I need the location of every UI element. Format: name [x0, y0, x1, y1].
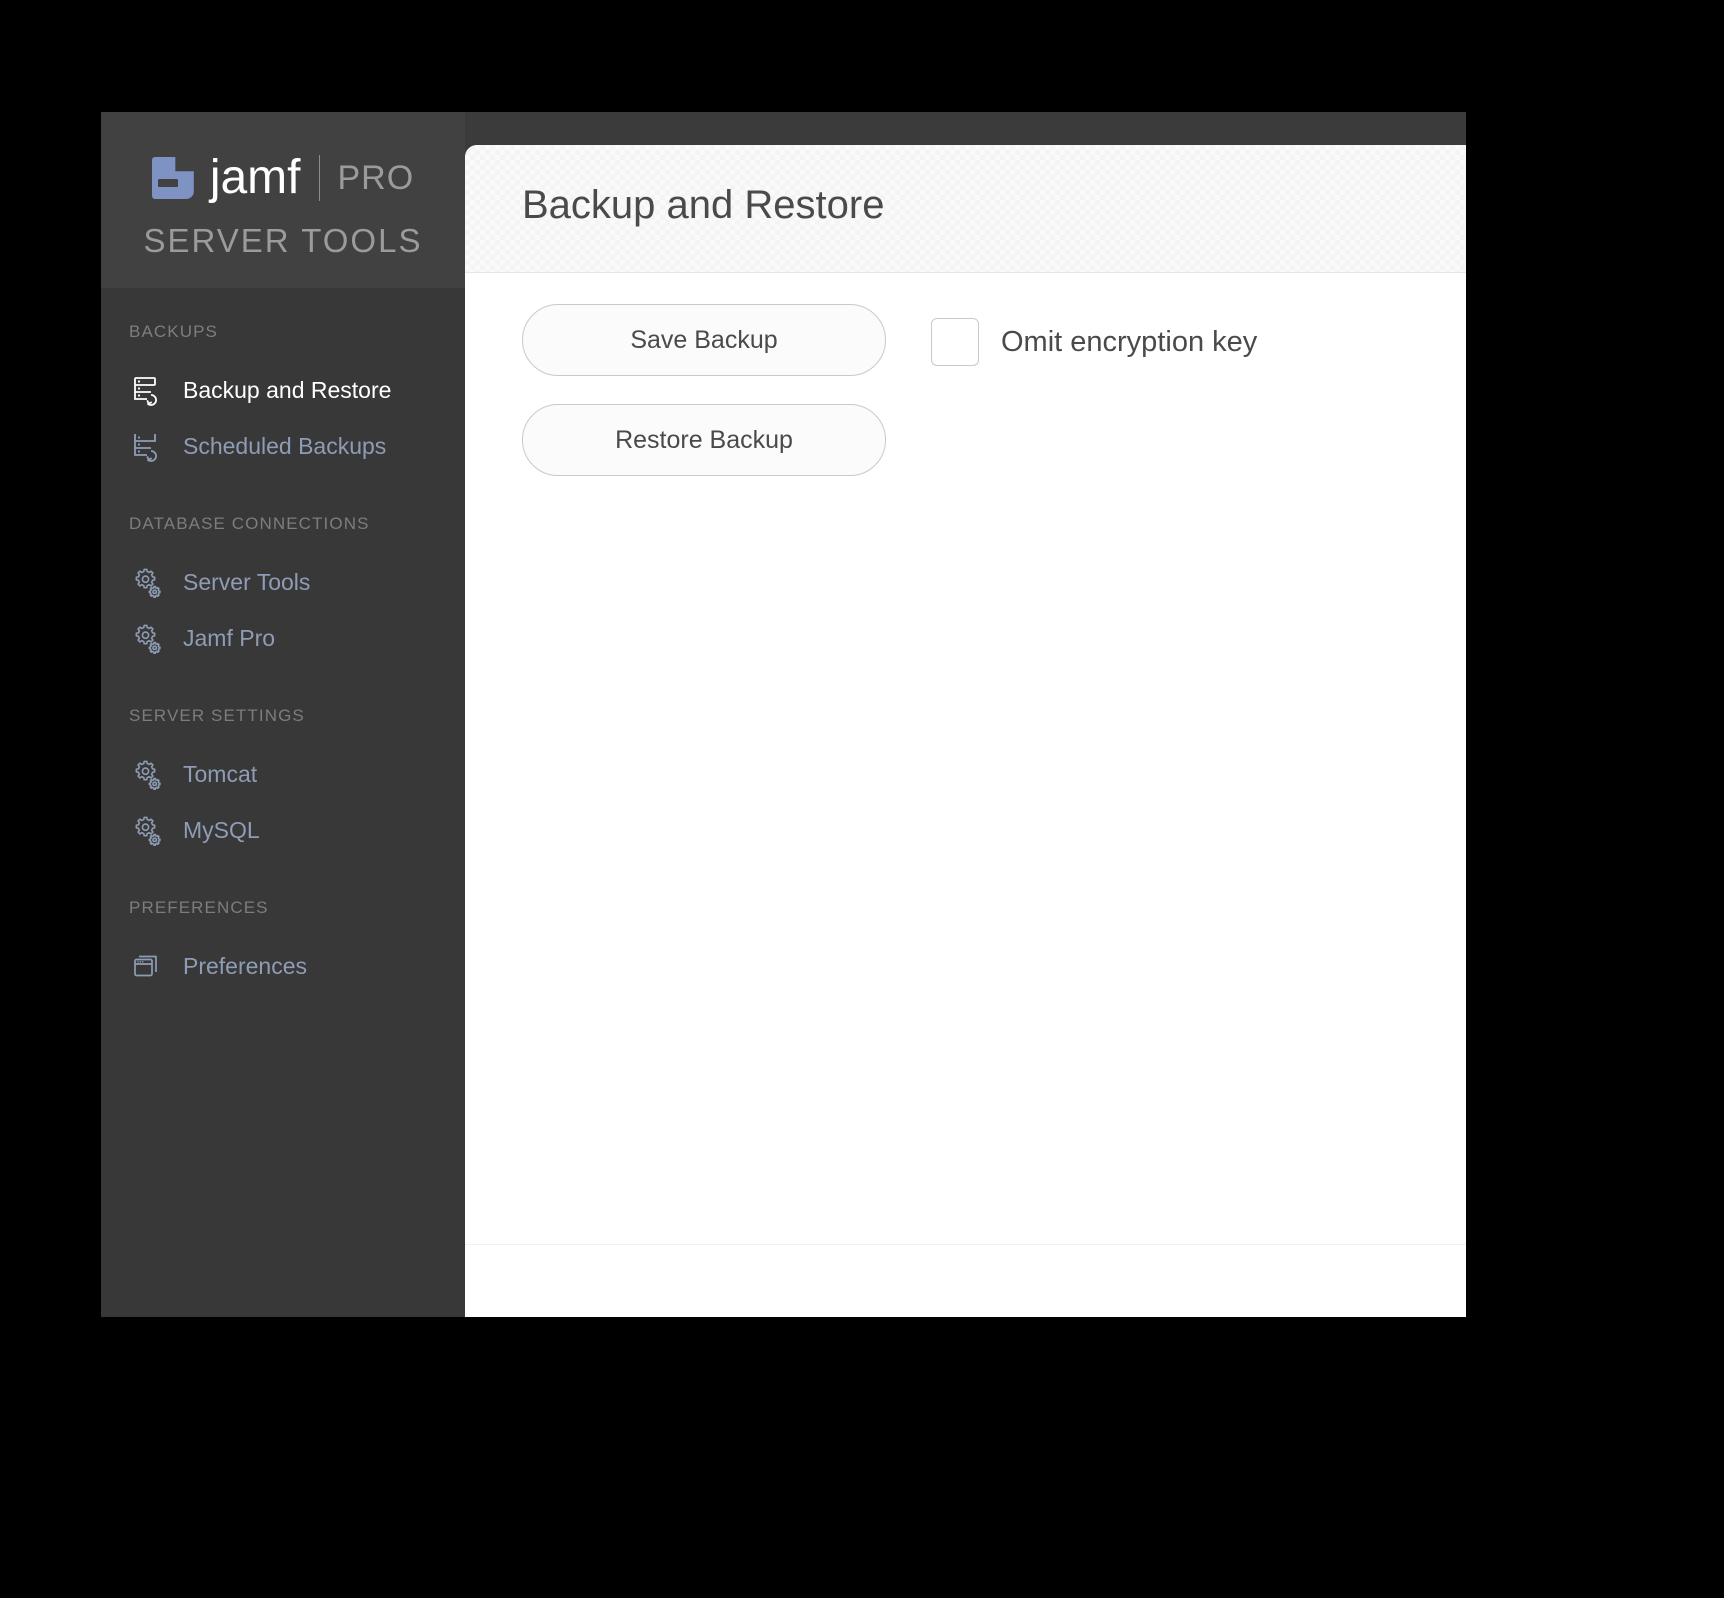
brand-header: jamf PRO SERVER TOOLS [101, 112, 465, 288]
content-body: Save Backup Restore Backup Omit encrypti… [465, 273, 1466, 1316]
jamf-logo-mark-icon [151, 157, 194, 199]
sidebar: jamf PRO SERVER TOOLS BACKUPS Backup and… [101, 112, 465, 1317]
sidebar-item-scheduled-backups[interactable]: Scheduled Backups [101, 418, 465, 474]
sidebar-item-backup-and-restore[interactable]: Backup and Restore [101, 362, 465, 418]
sidebar-item-label: Server Tools [183, 568, 311, 595]
gears-icon [129, 620, 165, 656]
brand-divider [318, 155, 320, 201]
brand-subtitle: SERVER TOOLS [143, 222, 423, 259]
sidebar-item-label: Jamf Pro [183, 624, 276, 651]
windows-stack-icon [129, 948, 165, 984]
sidebar-item-preferences[interactable]: Preferences [101, 938, 465, 994]
sidebar-item-label: MySQL [183, 816, 260, 843]
sidebar-item-label: Backup and Restore [183, 376, 392, 403]
sidebar-item-mysql[interactable]: MySQL [101, 802, 465, 858]
sidebar-item-server-tools[interactable]: Server Tools [101, 554, 465, 610]
brand-edition: PRO [337, 159, 415, 197]
actions-row: Save Backup Restore Backup Omit encrypti… [522, 304, 1257, 476]
backup-buttons-group: Save Backup Restore Backup [522, 304, 886, 476]
save-backup-button[interactable]: Save Backup [522, 304, 886, 376]
page-title: Backup and Restore [522, 183, 885, 227]
server-restore-icon [129, 372, 165, 408]
restore-backup-button[interactable]: Restore Backup [522, 404, 886, 476]
nav-section-title-backups: BACKUPS [129, 322, 218, 341]
nav-section-title-database-connections: DATABASE CONNECTIONS [129, 514, 370, 533]
application-window: jamf PRO SERVER TOOLS BACKUPS Backup and… [101, 112, 1466, 1317]
screen-root: jamf PRO SERVER TOOLS BACKUPS Backup and… [0, 0, 1724, 1598]
gears-icon [129, 564, 165, 600]
sidebar-item-label: Preferences [183, 952, 308, 979]
sidebar-item-label: Tomcat [183, 760, 258, 787]
gears-icon [129, 812, 165, 848]
sidebar-item-label: Scheduled Backups [183, 432, 387, 459]
gears-icon [129, 756, 165, 792]
omit-encryption-key-row: Omit encryption key [931, 318, 1257, 366]
content-footer [465, 1244, 1466, 1316]
brand-logo-row: jamf PRO [101, 146, 465, 210]
omit-encryption-key-checkbox[interactable] [931, 318, 979, 366]
brand-name: jamf [209, 151, 301, 204]
content-header: Backup and Restore [465, 145, 1466, 273]
sidebar-nav: BACKUPS Backup and Restore Scheduled Bac… [101, 288, 465, 994]
nav-section-title-server-settings: SERVER SETTINGS [129, 706, 305, 725]
omit-encryption-key-label: Omit encryption key [1001, 325, 1258, 358]
sidebar-item-jamf-pro[interactable]: Jamf Pro [101, 610, 465, 666]
content-panel: Backup and Restore Save Backup Restore B… [465, 145, 1466, 1317]
sidebar-item-tomcat[interactable]: Tomcat [101, 746, 465, 802]
server-schedule-icon [129, 428, 165, 464]
nav-section-title-preferences: PREFERENCES [129, 898, 269, 917]
